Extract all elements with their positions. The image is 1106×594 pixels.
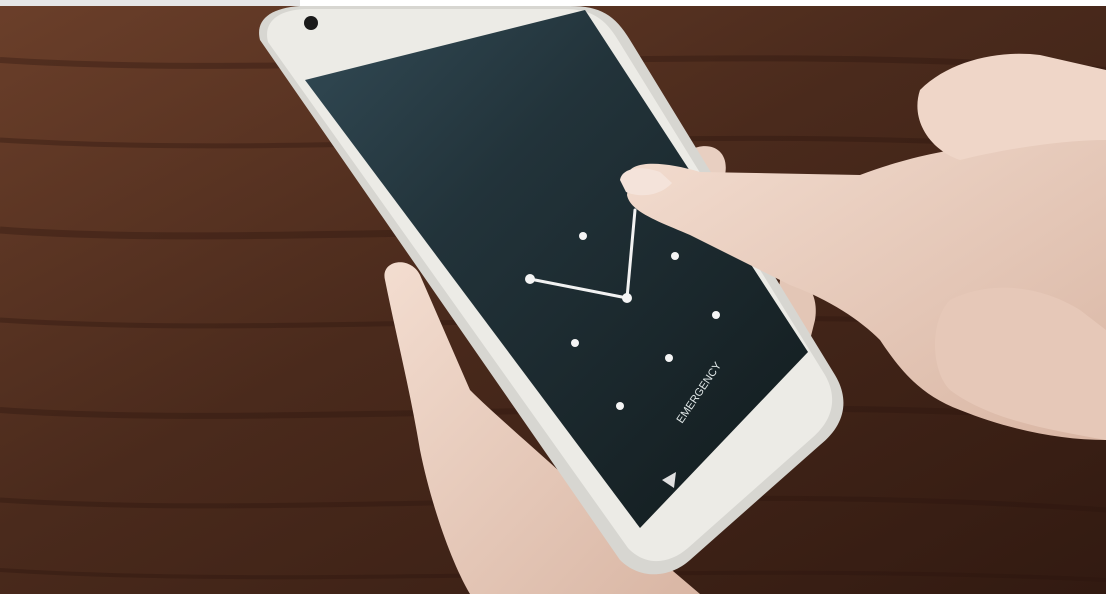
pattern-dot-1[interactable] [579,232,587,240]
top-border-tab [0,0,300,6]
pattern-dot-3[interactable] [525,274,535,284]
pattern-dot-6[interactable] [571,339,579,347]
scene-svg: EMERGENCY [0,0,1106,594]
pattern-dot-4[interactable] [622,293,632,303]
camera-dot-icon [304,16,318,30]
pattern-dot-7[interactable] [665,354,673,362]
pattern-dot-8[interactable] [616,402,624,410]
pattern-dot-5[interactable] [712,311,720,319]
photo-scene: EMERGENCY [0,0,1106,594]
pattern-dot-2[interactable] [671,252,679,260]
